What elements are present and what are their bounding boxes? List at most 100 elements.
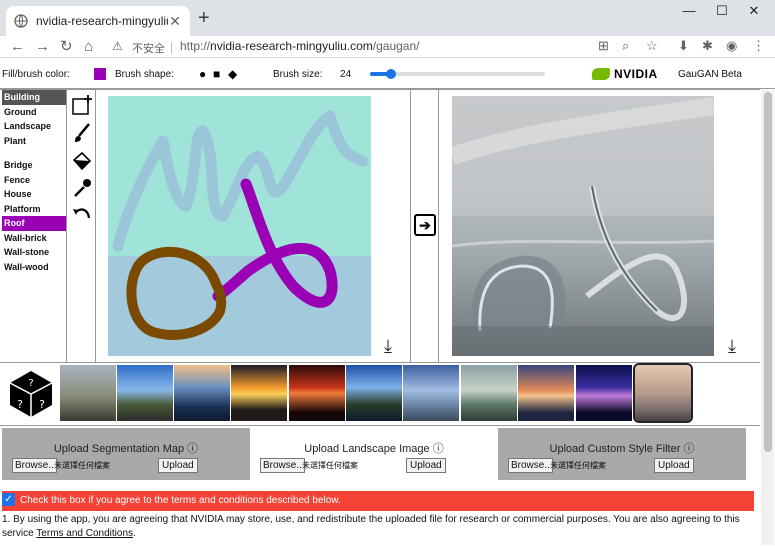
style-thumb-5[interactable]	[289, 365, 345, 421]
style-thumb-3[interactable]	[174, 365, 230, 421]
svg-text:?: ?	[39, 398, 45, 411]
upload-title: Upload Custom Style Filter ⓘ	[549, 443, 695, 455]
back-icon[interactable]: ←	[10, 38, 25, 56]
style-thumb-2[interactable]	[117, 365, 173, 421]
label-item[interactable]: Wall-brick	[2, 231, 66, 246]
style-thumb-selected[interactable]	[633, 363, 693, 423]
terms-link[interactable]: Terms and Conditions	[36, 528, 133, 539]
label-item[interactable]: Wall-wood	[2, 260, 66, 275]
tool-column	[66, 90, 96, 362]
upload-title: Upload Landscape Image ⓘ	[304, 443, 444, 455]
browse-button[interactable]: Browse..	[12, 458, 57, 473]
fill-color-swatch[interactable]	[94, 68, 106, 80]
info-icon[interactable]: ⓘ	[683, 443, 694, 455]
download-icon[interactable]: ⬇	[678, 38, 689, 54]
info-icon[interactable]: ⓘ	[187, 443, 198, 455]
browser-tab-bar: nvidia-research-mingyuliu.com ✕ + — ☐ ✕	[0, 0, 775, 36]
reload-icon[interactable]: ↻	[60, 38, 73, 56]
output-image	[452, 96, 714, 356]
page-scrollbar[interactable]	[761, 90, 774, 545]
style-thumb-8[interactable]	[461, 365, 517, 421]
new-canvas-icon[interactable]	[71, 94, 93, 116]
url-scheme: http://	[180, 39, 211, 53]
terms-banner: Check this box if you agree to the terms…	[2, 491, 754, 511]
fill-color-label: Fill/brush color:	[2, 69, 70, 80]
no-file-label: 未選擇任何檔案	[550, 461, 606, 470]
sketch-strokes	[112, 110, 369, 340]
zoom-icon[interactable]: ⌕	[622, 38, 629, 54]
divider	[0, 89, 760, 90]
label-item[interactable]: Bridge	[2, 158, 66, 173]
eyedropper-icon[interactable]	[71, 177, 93, 199]
style-thumb-4[interactable]	[231, 365, 287, 421]
browse-button[interactable]: Browse..	[508, 458, 553, 473]
window-close-icon[interactable]: ✕	[746, 3, 762, 19]
menu-icon[interactable]: ⋮	[752, 38, 765, 54]
profile-icon[interactable]: ◉	[726, 38, 737, 54]
no-file-label: 未選擇任何檔案	[302, 461, 358, 470]
url-separator: |	[170, 40, 174, 54]
undo-icon[interactable]	[71, 203, 93, 225]
address-bar[interactable]: http://nvidia-research-mingyuliu.com/gau…	[180, 39, 419, 53]
minimize-icon[interactable]: —	[681, 3, 697, 18]
terms-paragraph: 1. By using the app, you are agreeing th…	[2, 513, 754, 541]
brush-size-slider[interactable]	[370, 69, 545, 79]
url-host: nvidia-research-mingyuliu.com	[210, 39, 373, 53]
brush-size-value: 24	[340, 69, 352, 80]
upload-button[interactable]: Upload	[158, 458, 198, 473]
url-path: /gaugan/	[372, 39, 420, 53]
info-icon[interactable]: ⓘ	[433, 443, 444, 455]
tab-title: nvidia-research-mingyuliu.com	[36, 14, 168, 28]
bookmark-star-icon[interactable]: ☆	[646, 38, 658, 54]
label-item[interactable]: Platform	[2, 202, 66, 217]
style-thumb-1[interactable]	[60, 365, 116, 421]
upload-button[interactable]: Upload	[406, 458, 446, 473]
render-arrow-button[interactable]: ➔	[414, 214, 436, 236]
diamond-brush-icon[interactable]: ◆	[228, 67, 237, 81]
browse-button[interactable]: Browse..	[260, 458, 305, 473]
brush-shape-label: Brush shape:	[115, 69, 174, 80]
style-thumb-10[interactable]	[576, 365, 632, 421]
brush-icon[interactable]	[71, 122, 93, 144]
warning-icon[interactable]: ⚠	[112, 39, 123, 53]
maximize-icon[interactable]: ☐	[714, 3, 730, 19]
svg-text:?: ?	[28, 378, 33, 389]
terms-checkbox-text: Check this box if you agree to the terms…	[20, 495, 341, 506]
download-map-icon[interactable]: ⤓	[384, 336, 392, 357]
tab-close-icon[interactable]: ✕	[168, 13, 182, 30]
label-item[interactable]: Landscape	[2, 119, 66, 134]
render-column: ➔	[410, 90, 439, 362]
label-item[interactable]: Wall-stone	[2, 245, 66, 260]
style-thumb-6[interactable]	[346, 365, 402, 421]
slider-knob[interactable]	[386, 69, 396, 79]
upload-button[interactable]: Upload	[654, 458, 694, 473]
upload-box: Upload Segmentation Map ⓘ Browse.. 未選擇任何檔案…	[2, 428, 250, 480]
browser-tab[interactable]: nvidia-research-mingyuliu.com ✕	[6, 6, 190, 36]
label-item[interactable]: House	[2, 187, 66, 202]
fill-bucket-icon[interactable]	[71, 150, 93, 172]
terms-checkbox[interactable]: ✓	[2, 493, 15, 506]
translate-icon[interactable]: ⊞	[598, 38, 609, 54]
home-icon[interactable]: ⌂	[84, 38, 93, 56]
circle-brush-icon[interactable]: ●	[199, 67, 206, 81]
download-output-icon[interactable]: ⤓	[728, 336, 736, 357]
upload-section: Upload Segmentation Map ⓘ Browse.. 未選擇任何檔案…	[2, 428, 748, 480]
random-dice-icon[interactable]: ? ? ?	[6, 367, 56, 419]
label-item[interactable]: Building	[2, 90, 66, 105]
style-thumb-9[interactable]	[518, 365, 574, 421]
forward-icon[interactable]: →	[35, 38, 50, 56]
label-item[interactable]: Fence	[2, 173, 66, 188]
insecure-label[interactable]: 不安全	[132, 40, 165, 56]
label-gap	[2, 148, 66, 158]
label-item[interactable]: Plant	[2, 134, 66, 149]
scrollbar-thumb[interactable]	[764, 92, 772, 452]
new-tab-button[interactable]: +	[198, 8, 210, 28]
square-brush-icon[interactable]: ■	[213, 67, 220, 81]
style-thumb-7[interactable]	[403, 365, 459, 421]
nvidia-logo: NVIDIA	[592, 67, 662, 81]
extensions-icon[interactable]: ✱	[702, 38, 713, 54]
no-file-label: 未選擇任何檔案	[54, 461, 110, 470]
label-item[interactable]: Roof	[2, 216, 66, 231]
segmentation-canvas[interactable]	[108, 96, 371, 356]
label-item[interactable]: Ground	[2, 105, 66, 120]
